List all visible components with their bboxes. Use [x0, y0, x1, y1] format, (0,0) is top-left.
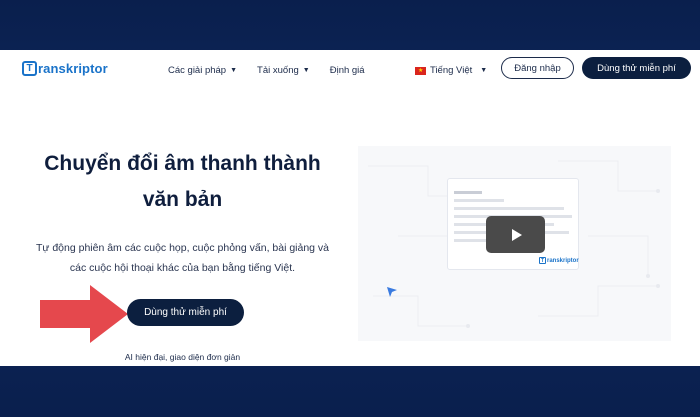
nav-link-label: Các giải pháp [168, 65, 227, 76]
nav-link-label: Định giá [329, 65, 365, 76]
navbar: T ranskriptor Các giải pháp ▼ Tải xuống … [0, 50, 700, 88]
video-logo-text: ranskriptor [547, 257, 579, 264]
nav-link-downloads[interactable]: Tải xuống ▼ [257, 65, 310, 76]
hero-title: Chuyển đổi âm thanh thành văn bản [20, 146, 345, 218]
nav-link-label: Tải xuống [257, 65, 299, 76]
login-button[interactable]: Đăng nhập [501, 57, 574, 79]
language-label: Tiếng Việt [430, 65, 473, 76]
caret-down-icon: ▼ [230, 67, 238, 74]
play-icon [512, 228, 522, 241]
nav-link-solutions[interactable]: Các giải pháp ▼ [168, 65, 237, 76]
nav-links: Các giải pháp ▼ Tải xuống ▼ Định giá [168, 65, 385, 76]
logo-mark-icon: T [539, 257, 546, 264]
free-trial-nav-button[interactable]: Dùng thử miễn phí [582, 57, 691, 79]
hero-title-line: văn bản [142, 188, 223, 211]
free-trial-button[interactable]: Dùng thử miễn phí [127, 299, 244, 326]
transcript-line [454, 207, 564, 210]
hero-title-line: Chuyển đổi âm thanh thành [44, 152, 321, 175]
language-selector[interactable]: Tiếng Việt ▼ [415, 65, 487, 76]
caret-down-icon: ▼ [302, 67, 310, 74]
hero-subtitle: Tự động phiên âm các cuộc họp, cuộc phỏn… [20, 238, 345, 278]
transcript-line [454, 191, 482, 194]
cursor-icon [387, 287, 397, 297]
logo-mark-icon: T [22, 61, 37, 76]
transcript-line [454, 199, 504, 202]
caret-down-icon: ▼ [480, 67, 488, 74]
hero-subtitle-line: Tự động phiên âm các cuộc họp, cuộc phỏn… [35, 242, 330, 254]
logo[interactable]: T ranskriptor [22, 61, 108, 76]
flag-vn-icon [415, 66, 426, 75]
hero-subtitle-line: các cuộc hội thoại khác của bạn bằng tiế… [69, 262, 296, 274]
tagline: AI hiện đại, giao diện đơn giản [124, 352, 241, 362]
video-logo: T ranskriptor [539, 257, 579, 264]
play-button[interactable] [486, 216, 545, 253]
logo-text: ranskriptor [38, 61, 108, 76]
nav-link-pricing[interactable]: Định giá [330, 65, 365, 76]
red-arrow-icon [40, 285, 128, 343]
browser-viewport: T ranskriptor Các giải pháp ▼ Tải xuống … [0, 50, 700, 366]
